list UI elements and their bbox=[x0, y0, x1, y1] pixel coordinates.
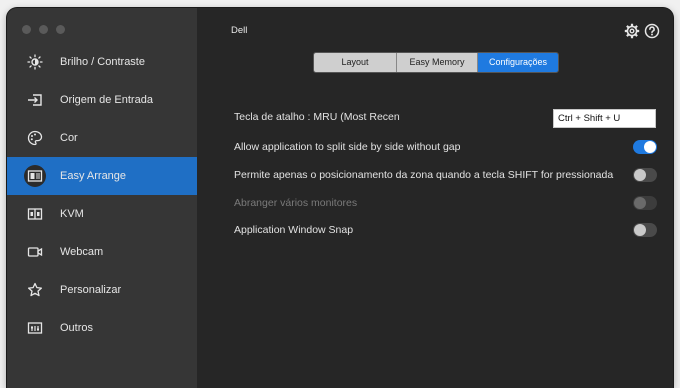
sidebar-item-brightness[interactable]: Brilho / Contraste bbox=[7, 43, 197, 81]
webcam-icon bbox=[24, 241, 46, 263]
tab-easy-memory[interactable]: Easy Memory bbox=[397, 53, 478, 72]
sidebar-item-personalize[interactable]: Personalizar bbox=[7, 271, 197, 309]
kvm-icon bbox=[24, 203, 46, 225]
brightness-icon bbox=[24, 51, 46, 73]
tab-layout[interactable]: Layout bbox=[314, 53, 397, 72]
window-snap-label: Application Window Snap bbox=[234, 224, 354, 236]
window-snap-toggle[interactable] bbox=[633, 223, 657, 237]
others-icon bbox=[24, 317, 46, 339]
easy-arrange-icon bbox=[24, 165, 46, 187]
sidebar-item-label: Brilho / Contraste bbox=[60, 56, 145, 68]
tab-settings[interactable]: Configurações bbox=[478, 53, 558, 72]
toggle-knob bbox=[634, 169, 646, 181]
sidebar-item-color[interactable]: Cor bbox=[7, 119, 197, 157]
window-controls bbox=[22, 25, 65, 34]
sidebar-item-label: Easy Arrange bbox=[60, 170, 127, 182]
tab-bar: Layout Easy Memory Configurações bbox=[313, 52, 559, 73]
sidebar-item-webcam[interactable]: Webcam bbox=[7, 233, 197, 271]
shift-zone-label: Permite apenas o posicionamento da zona … bbox=[234, 169, 614, 181]
sidebar-item-others[interactable]: Outros bbox=[7, 309, 197, 347]
toggle-knob bbox=[644, 141, 656, 153]
zoom-window-button[interactable] bbox=[56, 25, 65, 34]
sidebar-item-label: Personalizar bbox=[60, 284, 122, 296]
sidebar-item-label: Webcam bbox=[60, 246, 104, 258]
span-monitors-toggle bbox=[633, 196, 657, 210]
split-side-label: Allow application to split side by side … bbox=[234, 141, 461, 153]
span-monitors-label: Abranger vários monitores bbox=[234, 197, 358, 209]
window-title: Dell bbox=[231, 25, 248, 36]
toggle-knob bbox=[634, 224, 646, 236]
sidebar-item-input-source[interactable]: Origem de Entrada bbox=[7, 81, 197, 119]
input-source-icon bbox=[24, 89, 46, 111]
minimize-window-button[interactable] bbox=[39, 25, 48, 34]
shortcut-input[interactable]: Ctrl + Shift + U bbox=[553, 109, 656, 128]
star-icon bbox=[24, 279, 46, 301]
shift-zone-toggle[interactable] bbox=[633, 168, 657, 182]
sidebar-item-label: Cor bbox=[60, 132, 78, 144]
palette-icon bbox=[24, 127, 46, 149]
sidebar-item-label: Origem de Entrada bbox=[60, 94, 153, 106]
sidebar-item-easy-arrange[interactable]: Easy Arrange bbox=[7, 157, 197, 195]
sidebar-item-label: KVM bbox=[60, 208, 84, 220]
close-window-button[interactable] bbox=[22, 25, 31, 34]
sidebar-item-kvm[interactable]: KVM bbox=[7, 195, 197, 233]
app-window: Brilho / Contraste Origem de Entrada Cor… bbox=[7, 8, 673, 388]
gear-icon[interactable] bbox=[624, 23, 640, 39]
shortcut-label: Tecla de atalho : MRU (Most Recent Used) bbox=[234, 111, 400, 123]
help-icon[interactable] bbox=[644, 23, 660, 39]
sidebar-item-label: Outros bbox=[60, 322, 94, 334]
toggle-knob bbox=[634, 197, 646, 209]
split-side-toggle[interactable] bbox=[633, 140, 657, 154]
sidebar: Brilho / Contraste Origem de Entrada Cor… bbox=[7, 8, 197, 388]
